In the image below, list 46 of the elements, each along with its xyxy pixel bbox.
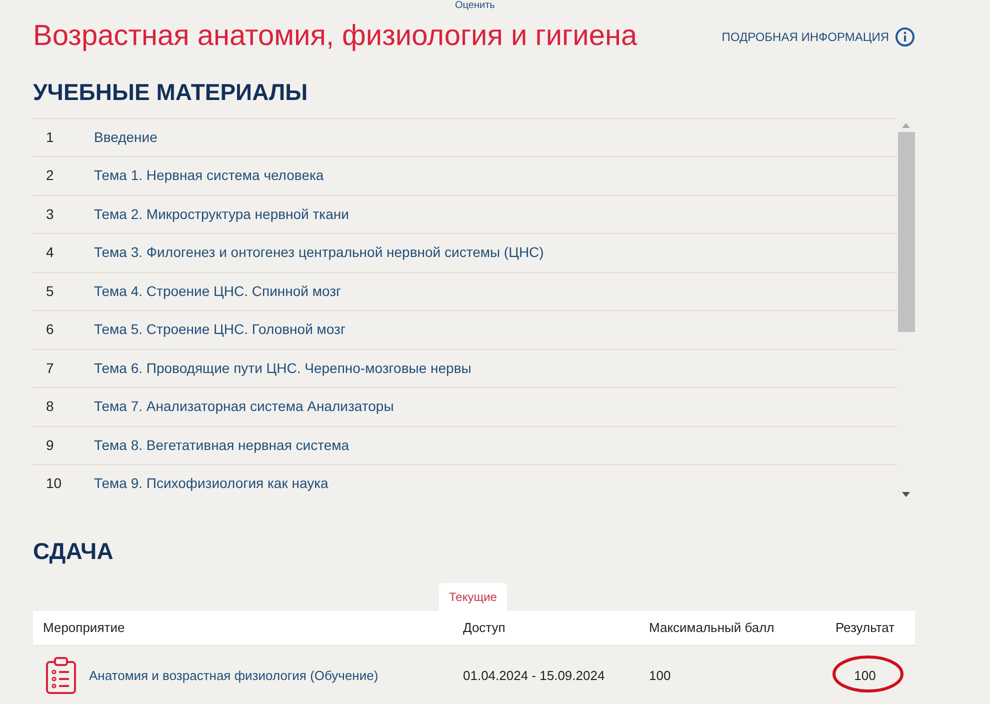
section-heading: СДАЧА: [33, 536, 114, 566]
material-link[interactable]: Тема 2. Микроструктура нервной ткани: [94, 204, 349, 225]
clipboard-list-icon: [45, 656, 77, 694]
row-number: 5: [45, 282, 55, 301]
material-row[interactable]: 3 Тема 2. Микроструктура нервной ткани: [33, 196, 897, 234]
row-number: 7: [45, 358, 55, 378]
material-link[interactable]: Тема 9. Психофизиология как наука: [94, 473, 328, 494]
material-link[interactable]: Тема 8. Вегетативная нервная система: [94, 434, 350, 456]
activity-link[interactable]: Анатомия и возрастная физиология (Обучение): [89, 666, 378, 686]
row-number: 8: [45, 397, 55, 416]
material-link[interactable]: Тема 3. Филогенез и онтогенез центральной нервной системы (ЦНС): [94, 242, 544, 264]
row-number: 1: [45, 128, 55, 147]
max-score: 100: [649, 666, 672, 685]
column-header: Максимальный балл: [649, 619, 776, 638]
row-number: 10: [45, 474, 63, 494]
info-icon[interactable]: [895, 27, 915, 47]
row-number: 4: [45, 243, 55, 262]
row-number: 3: [45, 204, 55, 224]
column-header: Результат: [834, 619, 896, 638]
column-header: Мероприятие: [42, 619, 126, 638]
column-header: Доступ: [463, 619, 506, 638]
section-heading: УЧЕБНЫЕ МАТЕРИАЛЫ: [33, 78, 309, 107]
scroll-thumb[interactable]: [898, 132, 914, 332]
material-row[interactable]: 8 Тема 7. Анализаторная система Анализаторы: [33, 388, 897, 426]
tab[interactable]: Текущие: [439, 583, 507, 611]
material-link[interactable]: Тема 1. Нервная система человека: [94, 165, 324, 186]
material-link[interactable]: Тема 5. Строение ЦНС. Головной мозг: [94, 319, 346, 340]
material-row[interactable]: 4 Тема 3. Филогенез и онтогенез центральной нервной системы (ЦНС): [33, 234, 897, 272]
material-row[interactable]: 6 Тема 5. Строение ЦНС. Головной мозг: [33, 311, 897, 350]
info-link[interactable]: ПОДРОБНАЯ ИНФОРМАЦИЯ: [722, 28, 889, 46]
rate-link[interactable]: Оценить: [455, 0, 495, 11]
material-row[interactable]: 7 Тема 6. Проводящие пути ЦНС. Черепно-мозговые нервы: [33, 350, 897, 388]
material-link[interactable]: Введение: [94, 126, 158, 148]
course-title: Возрастная анатомия, физиология и гигиена: [33, 19, 638, 54]
material-row[interactable]: 2 Тема 1. Нервная система человека: [33, 157, 897, 196]
material-link[interactable]: Тема 4. Строение ЦНС. Спинной мозг: [94, 280, 342, 302]
row-number: 2: [45, 166, 55, 186]
material-row[interactable]: 9 Тема 8. Вегетативная нервная система: [33, 426, 897, 465]
material-row[interactable]: 1 Введение: [33, 118, 897, 157]
row-number: 6: [45, 320, 55, 340]
result-score: 100: [854, 666, 876, 685]
material-link[interactable]: Тема 6. Проводящие пути ЦНС. Черепно-мозговые нервы: [94, 358, 472, 379]
material-link[interactable]: Тема 7. Анализаторная система Анализаторы: [94, 396, 394, 418]
row-number: 9: [45, 436, 55, 455]
access-dates: 01.04.2024 - 15.09.2024: [463, 666, 606, 685]
material-row[interactable]: 5 Тема 4. Строение ЦНС. Спинной мозг: [33, 272, 897, 311]
